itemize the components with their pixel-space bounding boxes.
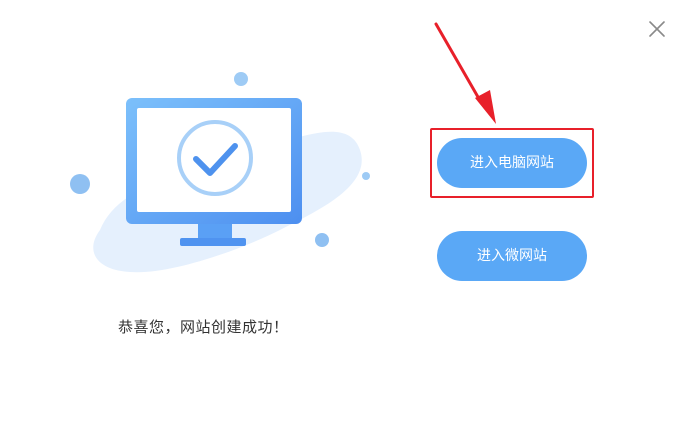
decor-dot	[234, 72, 248, 86]
monitor-neck	[198, 224, 232, 238]
success-message: 恭喜您，网站创建成功！	[118, 318, 289, 336]
close-icon[interactable]	[646, 18, 668, 40]
enter-micro-site-button[interactable]: 进入微网站	[437, 231, 587, 281]
decor-dot	[315, 233, 329, 247]
decor-dot	[70, 174, 90, 194]
success-dialog: 恭喜您，网站创建成功！ 进入电脑网站 进入微网站	[0, 0, 695, 425]
success-monitor-illustration	[70, 72, 370, 273]
enter-pc-site-button[interactable]: 进入电脑网站	[437, 138, 587, 188]
monitor-base	[180, 238, 246, 246]
decor-dot	[362, 172, 370, 180]
annotation-arrow	[434, 22, 496, 124]
